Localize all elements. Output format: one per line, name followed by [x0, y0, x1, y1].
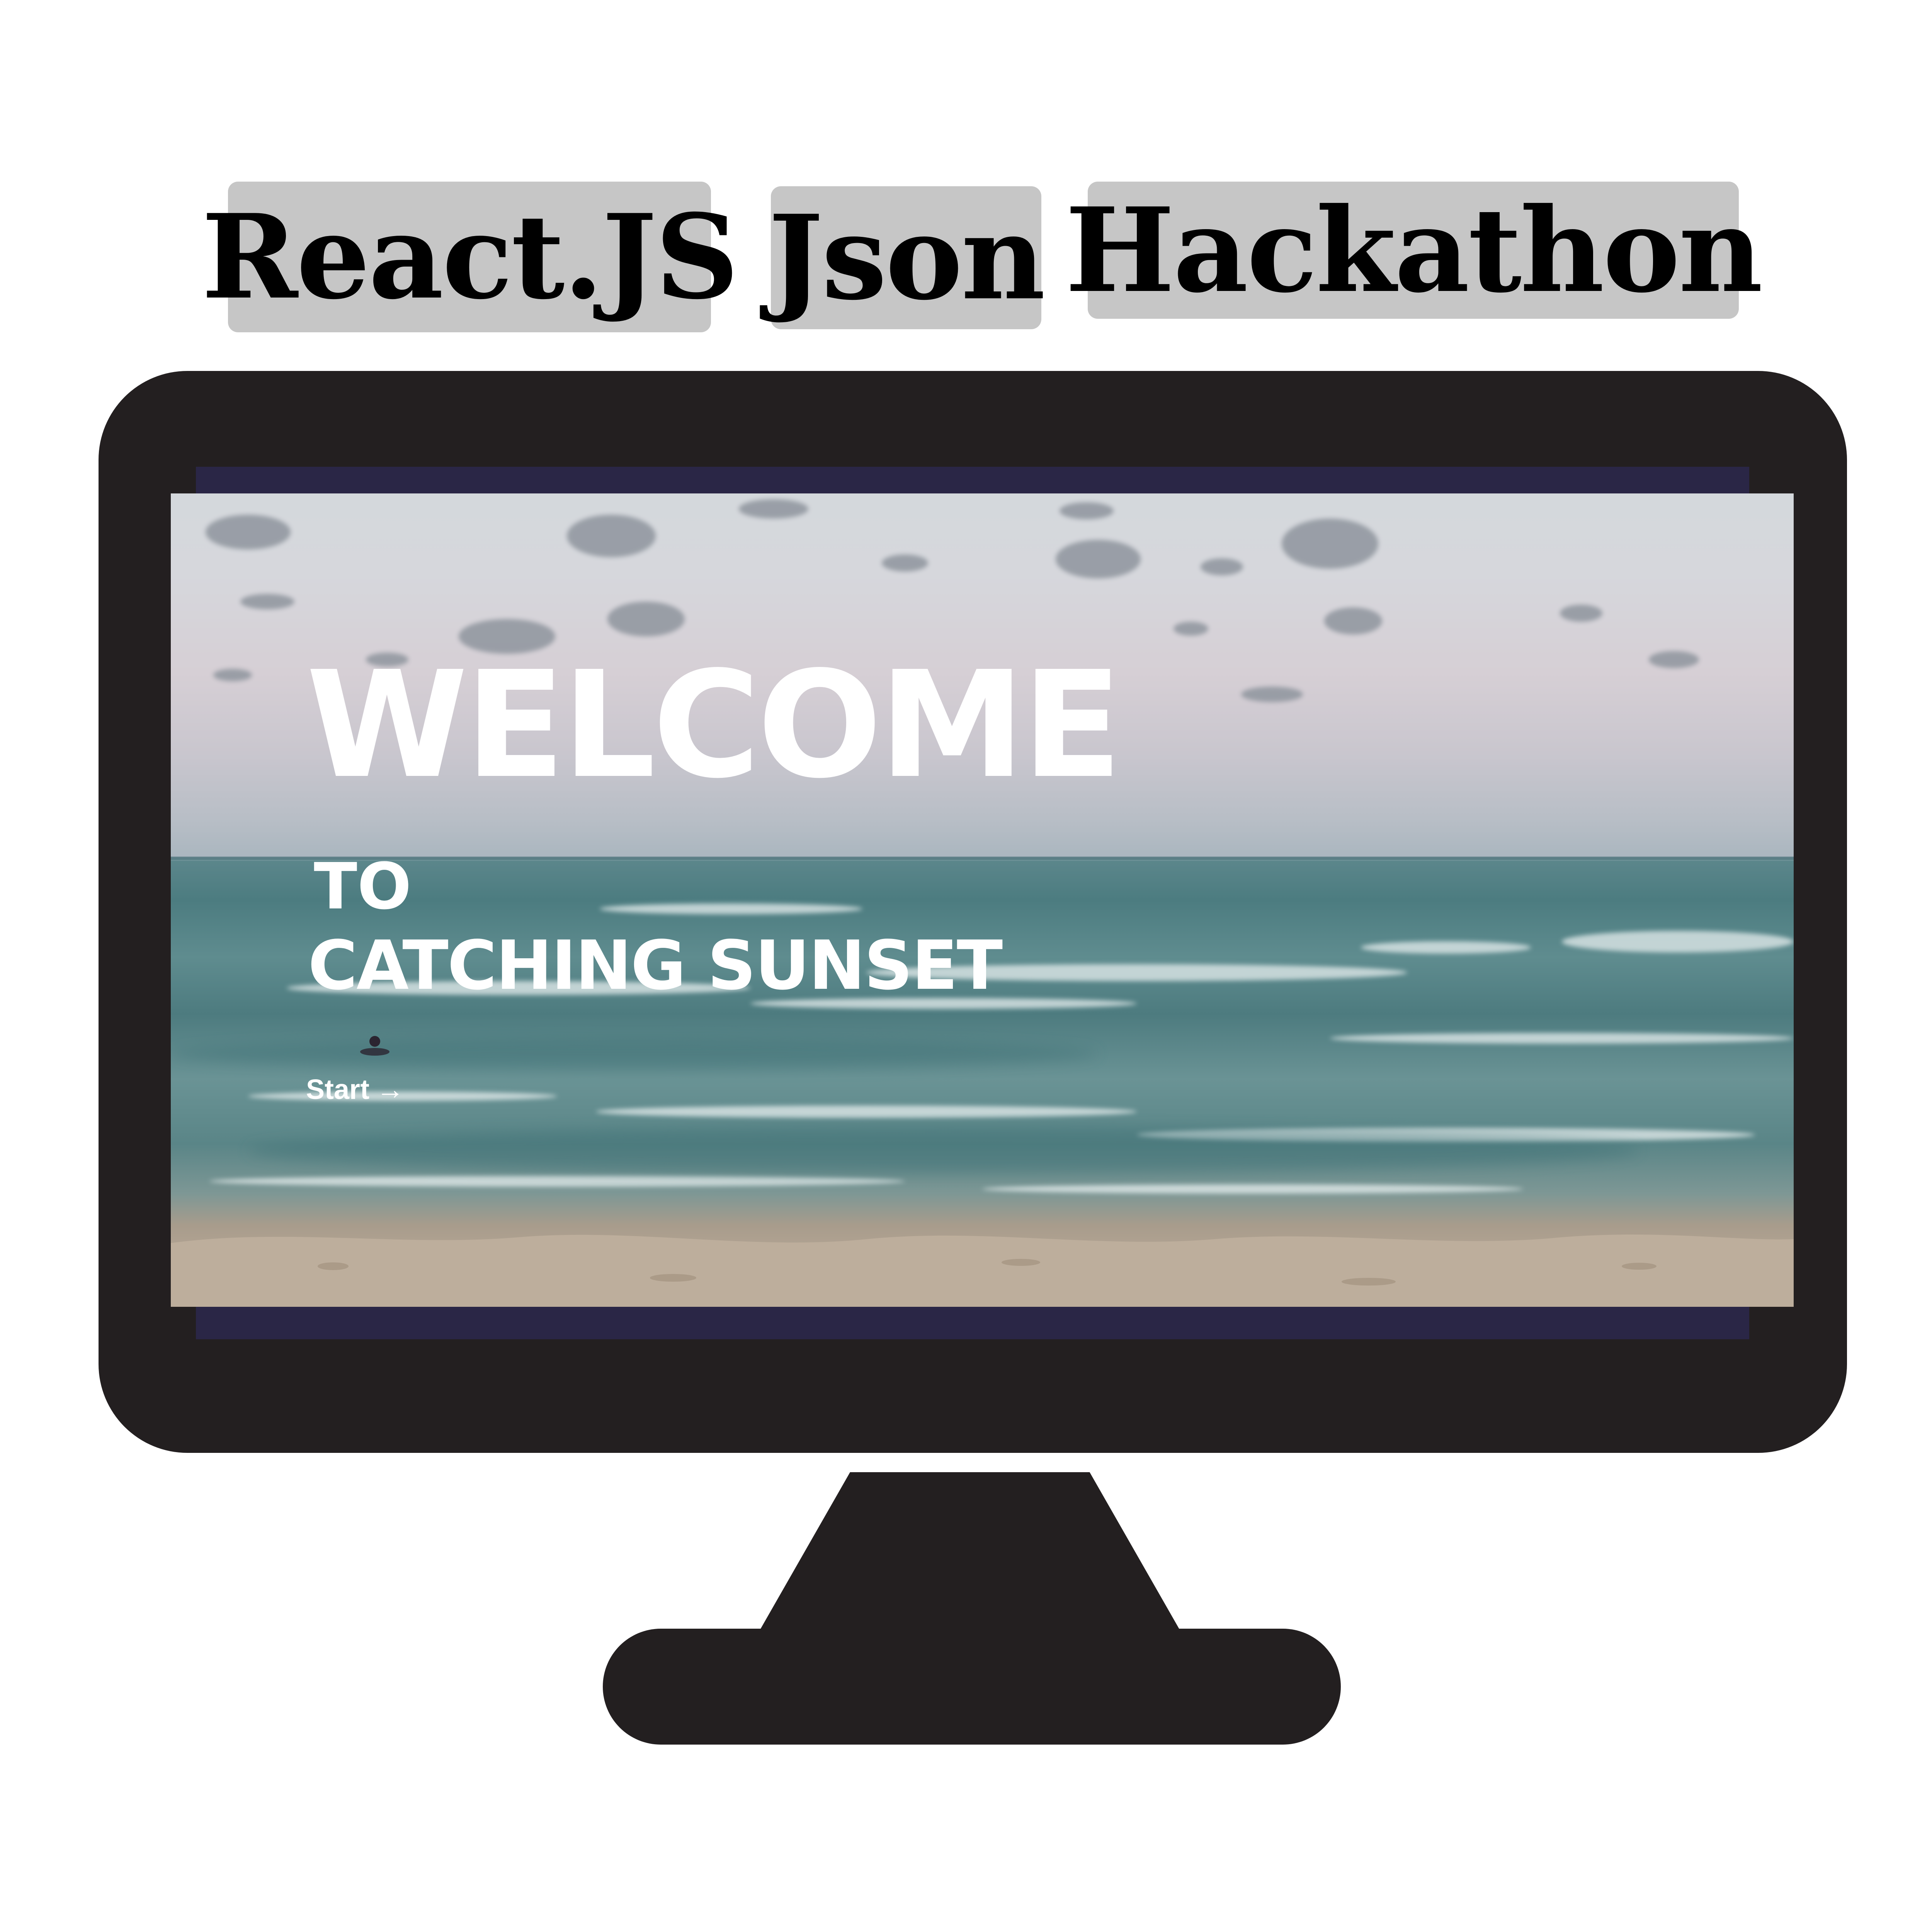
tag-react-label: React.JS	[201, 189, 739, 325]
tag-hackathon: Hackathon	[1065, 182, 1763, 319]
tag-json: Json	[768, 186, 1046, 329]
tag-json-label: Json	[768, 189, 1045, 326]
beach-background	[171, 499, 1794, 1307]
right-arrow-icon: →	[376, 1074, 405, 1105]
monitor-stand-base	[603, 1629, 1341, 1745]
start-label: Start	[306, 1074, 370, 1105]
monitor-screen: WELCOME TO CATCHING SUNSET Start →	[171, 493, 1794, 1307]
to-text: TO	[314, 849, 412, 923]
catching-sunset-heading: CATCHING SUNSET	[308, 927, 1003, 1005]
welcome-heading: WELCOME	[306, 639, 1122, 811]
monitor-stand-neck	[757, 1472, 1182, 1634]
start-link[interactable]: Start →	[306, 1076, 404, 1104]
tag-hackathon-label: Hackathon	[1065, 182, 1763, 318]
tag-react: React.JS	[202, 182, 739, 332]
